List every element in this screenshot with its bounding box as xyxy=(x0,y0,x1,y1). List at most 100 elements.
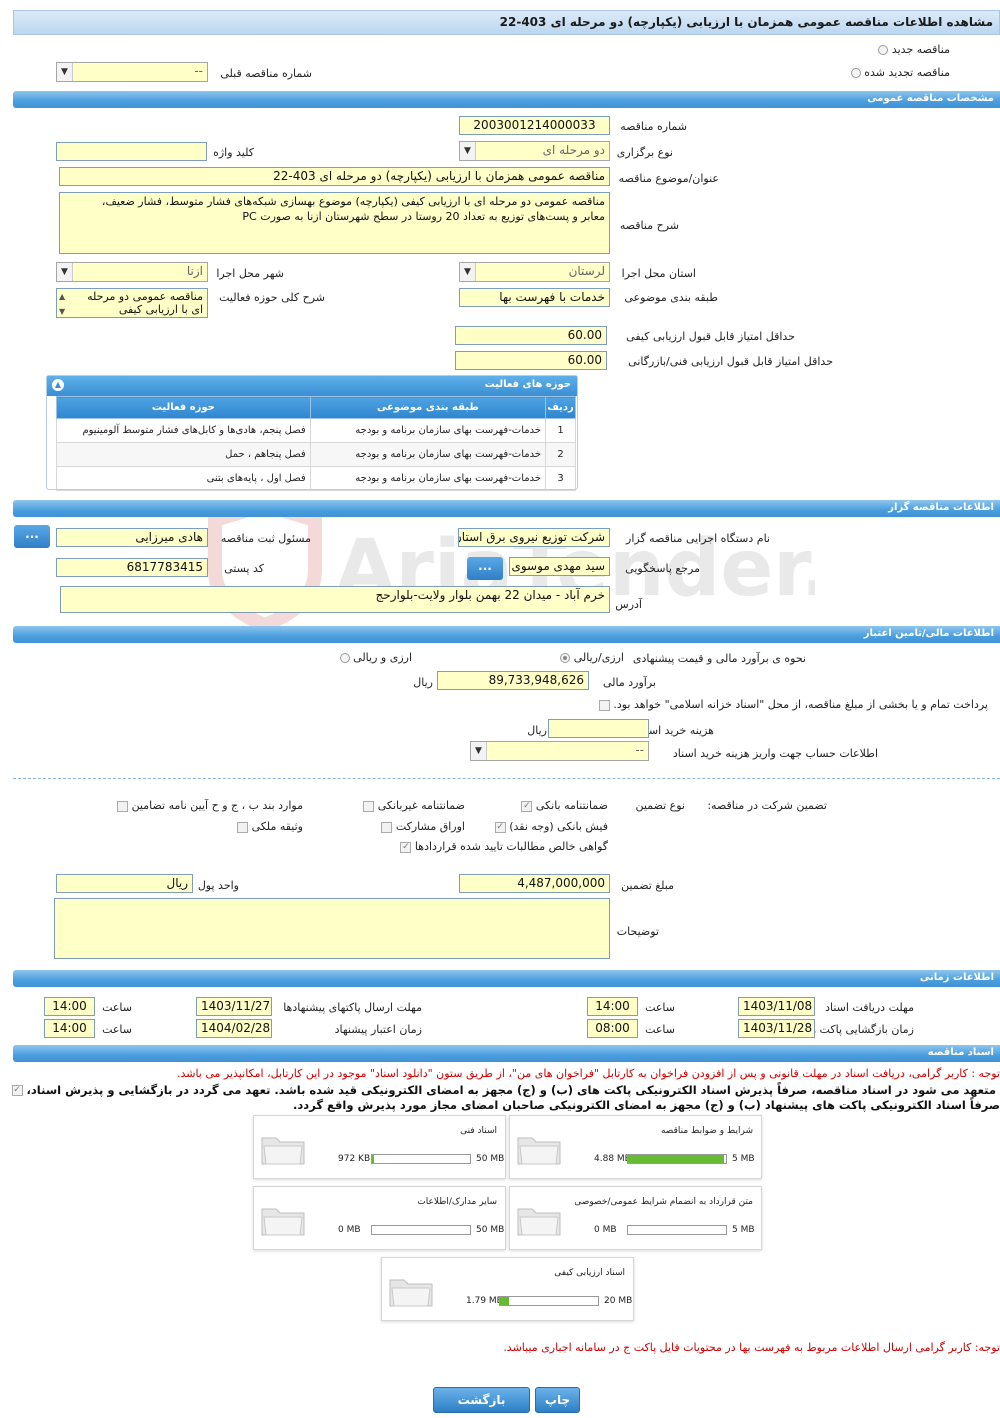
doc-cost-unit: ریال xyxy=(527,724,547,737)
notes-field[interactable] xyxy=(54,898,610,959)
responsible-lookup-button[interactable]: ... xyxy=(14,525,50,548)
guarantee-amount-field[interactable]: 4,487,000,000 xyxy=(459,874,610,893)
cell-row: 1 xyxy=(545,418,576,443)
currency-label: واحد پول xyxy=(197,879,239,892)
send-time-field[interactable]: 14:00 xyxy=(44,997,95,1016)
province-value: لرستان xyxy=(568,264,605,278)
open-date-field[interactable]: 1403/11/28 xyxy=(738,1019,815,1038)
doc-card[interactable]: اسناد ارزیابی کیفی 1.79 MB 20 MB xyxy=(381,1257,634,1321)
category-field[interactable]: خدمات با فهرست بها xyxy=(459,288,610,307)
scope-field[interactable]: مناقصه عمومی دو مرحله ای با ارزیابی کیفی… xyxy=(56,288,208,318)
tender-number-field[interactable]: 2003001214000033 xyxy=(459,116,610,135)
account-select[interactable]: -- ▼ xyxy=(470,741,649,761)
receive-date-field[interactable]: 1403/11/08 xyxy=(738,997,815,1016)
doc-card-max: 5 MB xyxy=(732,1154,755,1164)
new-tender-radio[interactable] xyxy=(878,45,889,55)
min-tech-field[interactable]: 60.00 xyxy=(455,351,607,370)
doc-card[interactable]: سایر مدارک/اطلاعات 0 MB 50 MB xyxy=(253,1186,506,1250)
reference-field[interactable]: سید مهدی موسوی xyxy=(509,557,610,576)
method-option-1-radio[interactable] xyxy=(560,653,571,663)
section-finance: اطلاعات مالی/تامین اعتبار xyxy=(13,626,1000,643)
postal-field[interactable]: 6817783415 xyxy=(56,558,208,577)
method-option-1[interactable]: ارزی/ریالی xyxy=(560,651,624,664)
city-select[interactable]: ازنا ▼ xyxy=(56,262,208,282)
address-field[interactable]: خرم آباد - میدان 22 بهمن بلوار ولایت-بلو… xyxy=(60,586,610,613)
doc-card-max: 50 MB xyxy=(476,1154,505,1164)
guarantee-bonds-checkbox[interactable] xyxy=(381,821,393,833)
doc-card[interactable]: شرایط و ضوابط مناقصه 4.88 MB 5 MB xyxy=(509,1115,762,1179)
guarantee-nonbank-option: ضمانتنامه غیربانکی xyxy=(363,799,465,812)
doc-card-title: سایر مدارک/اطلاعات xyxy=(417,1197,497,1207)
chevron-down-icon: ▼ xyxy=(57,63,73,81)
method-option-2-radio[interactable] xyxy=(339,653,350,663)
guarantee-property-checkbox[interactable] xyxy=(237,821,249,833)
description-field[interactable]: مناقصه عمومی دو مرحله ای با ارزیابی کیفی… xyxy=(59,192,610,254)
guarantee-nonbank-checkbox[interactable] xyxy=(363,800,375,812)
estimate-unit: ریال xyxy=(413,676,433,689)
guarantee-cash-label: فیش بانکی (وجه نقد) xyxy=(509,820,608,833)
reference-lookup-button[interactable]: ... xyxy=(467,557,503,580)
guarantee-claims-checkbox[interactable]: ✓ xyxy=(400,841,412,853)
guarantee-bank-option: ضمانتنامه بانکی ✓ xyxy=(521,799,608,812)
method-option-1-label: ارزی/ریالی xyxy=(573,651,624,664)
min-quality-field[interactable]: 60.00 xyxy=(455,326,607,345)
doc-card-used: 972 KB xyxy=(338,1154,371,1164)
subject-field[interactable]: مناقصه عمومی همزمان با ارزیابی (یکپارچه)… xyxy=(59,167,610,186)
keyword-field[interactable] xyxy=(56,142,207,161)
commit-checkbox[interactable]: ✓ xyxy=(11,1085,23,1096)
address-label: آدرس xyxy=(615,598,642,611)
scroll-up-icon[interactable]: ▲ xyxy=(59,290,65,303)
renewed-tender-option[interactable]: مناقصه تجدید شده xyxy=(850,66,950,79)
province-label: استان محل اجرا xyxy=(621,267,696,280)
send-label: مهلت ارسال پاکتهای پیشنهادها xyxy=(283,1001,422,1014)
docs-note: توجه : کاربر گرامی، دریافت اسناد در مهلت… xyxy=(176,1067,1000,1080)
doc-cost-field[interactable] xyxy=(548,719,649,738)
province-select[interactable]: لرستان ▼ xyxy=(459,262,610,282)
table-row: 1 خدمات-فهرست بهای سازمان برنامه و بودجه… xyxy=(56,418,576,443)
validity-time-field[interactable]: 14:00 xyxy=(44,1019,95,1038)
guarantee-other-checkbox[interactable] xyxy=(117,800,129,812)
receive-time-field[interactable]: 14:00 xyxy=(587,997,638,1016)
folder-icon xyxy=(389,1279,433,1307)
send-date-field[interactable]: 1403/11/27 xyxy=(196,997,272,1016)
chevron-down-icon: ▼ xyxy=(460,142,476,160)
back-button[interactable]: بازگشت xyxy=(433,1387,530,1413)
treasury-option[interactable]: پرداخت تمام و یا بخشی از مبلغ مناقصه، از… xyxy=(598,698,988,711)
section-general-title: مشخصات مناقصه عمومی xyxy=(867,93,994,104)
guarantee-cash-checkbox[interactable]: ✓ xyxy=(494,821,506,833)
cell-scope: فصل پنجم، هادی‌ها و کابل‌های فشار متوسط … xyxy=(56,418,311,443)
doc-card[interactable]: متن قرارداد به انضمام شرایط عمومی/خصوصی … xyxy=(509,1186,762,1250)
estimate-field[interactable]: 89,733,948,626 xyxy=(437,671,589,690)
section-general: مشخصات مناقصه عمومی xyxy=(13,91,1000,108)
commit-line-2: صرفاً اسناد الکترونیکی پاکت های پیشنهاد … xyxy=(293,1098,1000,1112)
method-option-2[interactable]: ارزی و ریالی xyxy=(339,651,412,664)
cell-category: خدمات-فهرست بهای سازمان برنامه و بودجه xyxy=(309,442,547,467)
org-field[interactable]: شرکت توزیع نیروی برق استان لرستان xyxy=(458,528,610,547)
description-label: شرح مناقصه xyxy=(619,219,679,232)
guarantee-other-label: موارد بند ب ، ج و ح آیین نامه تضامین xyxy=(131,799,303,812)
page-title: مشاهده اطلاعات مناقصه عمومی همزمان با ار… xyxy=(499,15,993,29)
new-tender-option[interactable]: مناقصه جدید xyxy=(878,43,950,56)
doc-card-progress-fill xyxy=(372,1155,374,1163)
validity-date-field[interactable]: 1404/02/28 xyxy=(196,1019,272,1038)
prev-tender-select[interactable]: -- ▼ xyxy=(56,62,208,82)
scope-line-1: مناقصه عمومی دو مرحله xyxy=(87,290,203,303)
responsible-field[interactable]: هادی میرزایی xyxy=(56,528,208,547)
doc-card[interactable]: اسناد فنی 972 KB 50 MB xyxy=(253,1115,506,1179)
treasury-checkbox[interactable] xyxy=(598,699,610,711)
holding-type-select[interactable]: دو مرحله ای ▼ xyxy=(459,141,610,161)
table-row: 3 خدمات-فهرست بهای سازمان برنامه و بودجه… xyxy=(56,466,576,491)
currency-field[interactable]: ریال xyxy=(56,874,193,893)
guarantee-bank-checkbox[interactable]: ✓ xyxy=(521,800,533,812)
section-organizer: اطلاعات مناقصه گزار xyxy=(13,500,1000,517)
holding-type-label: نوع برگزاری xyxy=(616,146,673,159)
collapse-icon[interactable]: ▲ xyxy=(52,379,64,391)
print-button[interactable]: چاپ xyxy=(535,1387,580,1413)
city-value: ازنا xyxy=(186,264,203,278)
description-line-1: مناقصه عمومی دو مرحله ای با ارزیابی کیفی… xyxy=(101,195,605,208)
renewed-tender-radio[interactable] xyxy=(850,68,861,78)
scroll-down-icon[interactable]: ▼ xyxy=(59,305,65,317)
guarantee-bank-label: ضمانتنامه بانکی xyxy=(535,799,608,812)
description-line-2: معابر و پست‌های توزیع به تعداد 20 روستا … xyxy=(242,210,605,223)
open-time-field[interactable]: 08:00 xyxy=(587,1019,638,1038)
